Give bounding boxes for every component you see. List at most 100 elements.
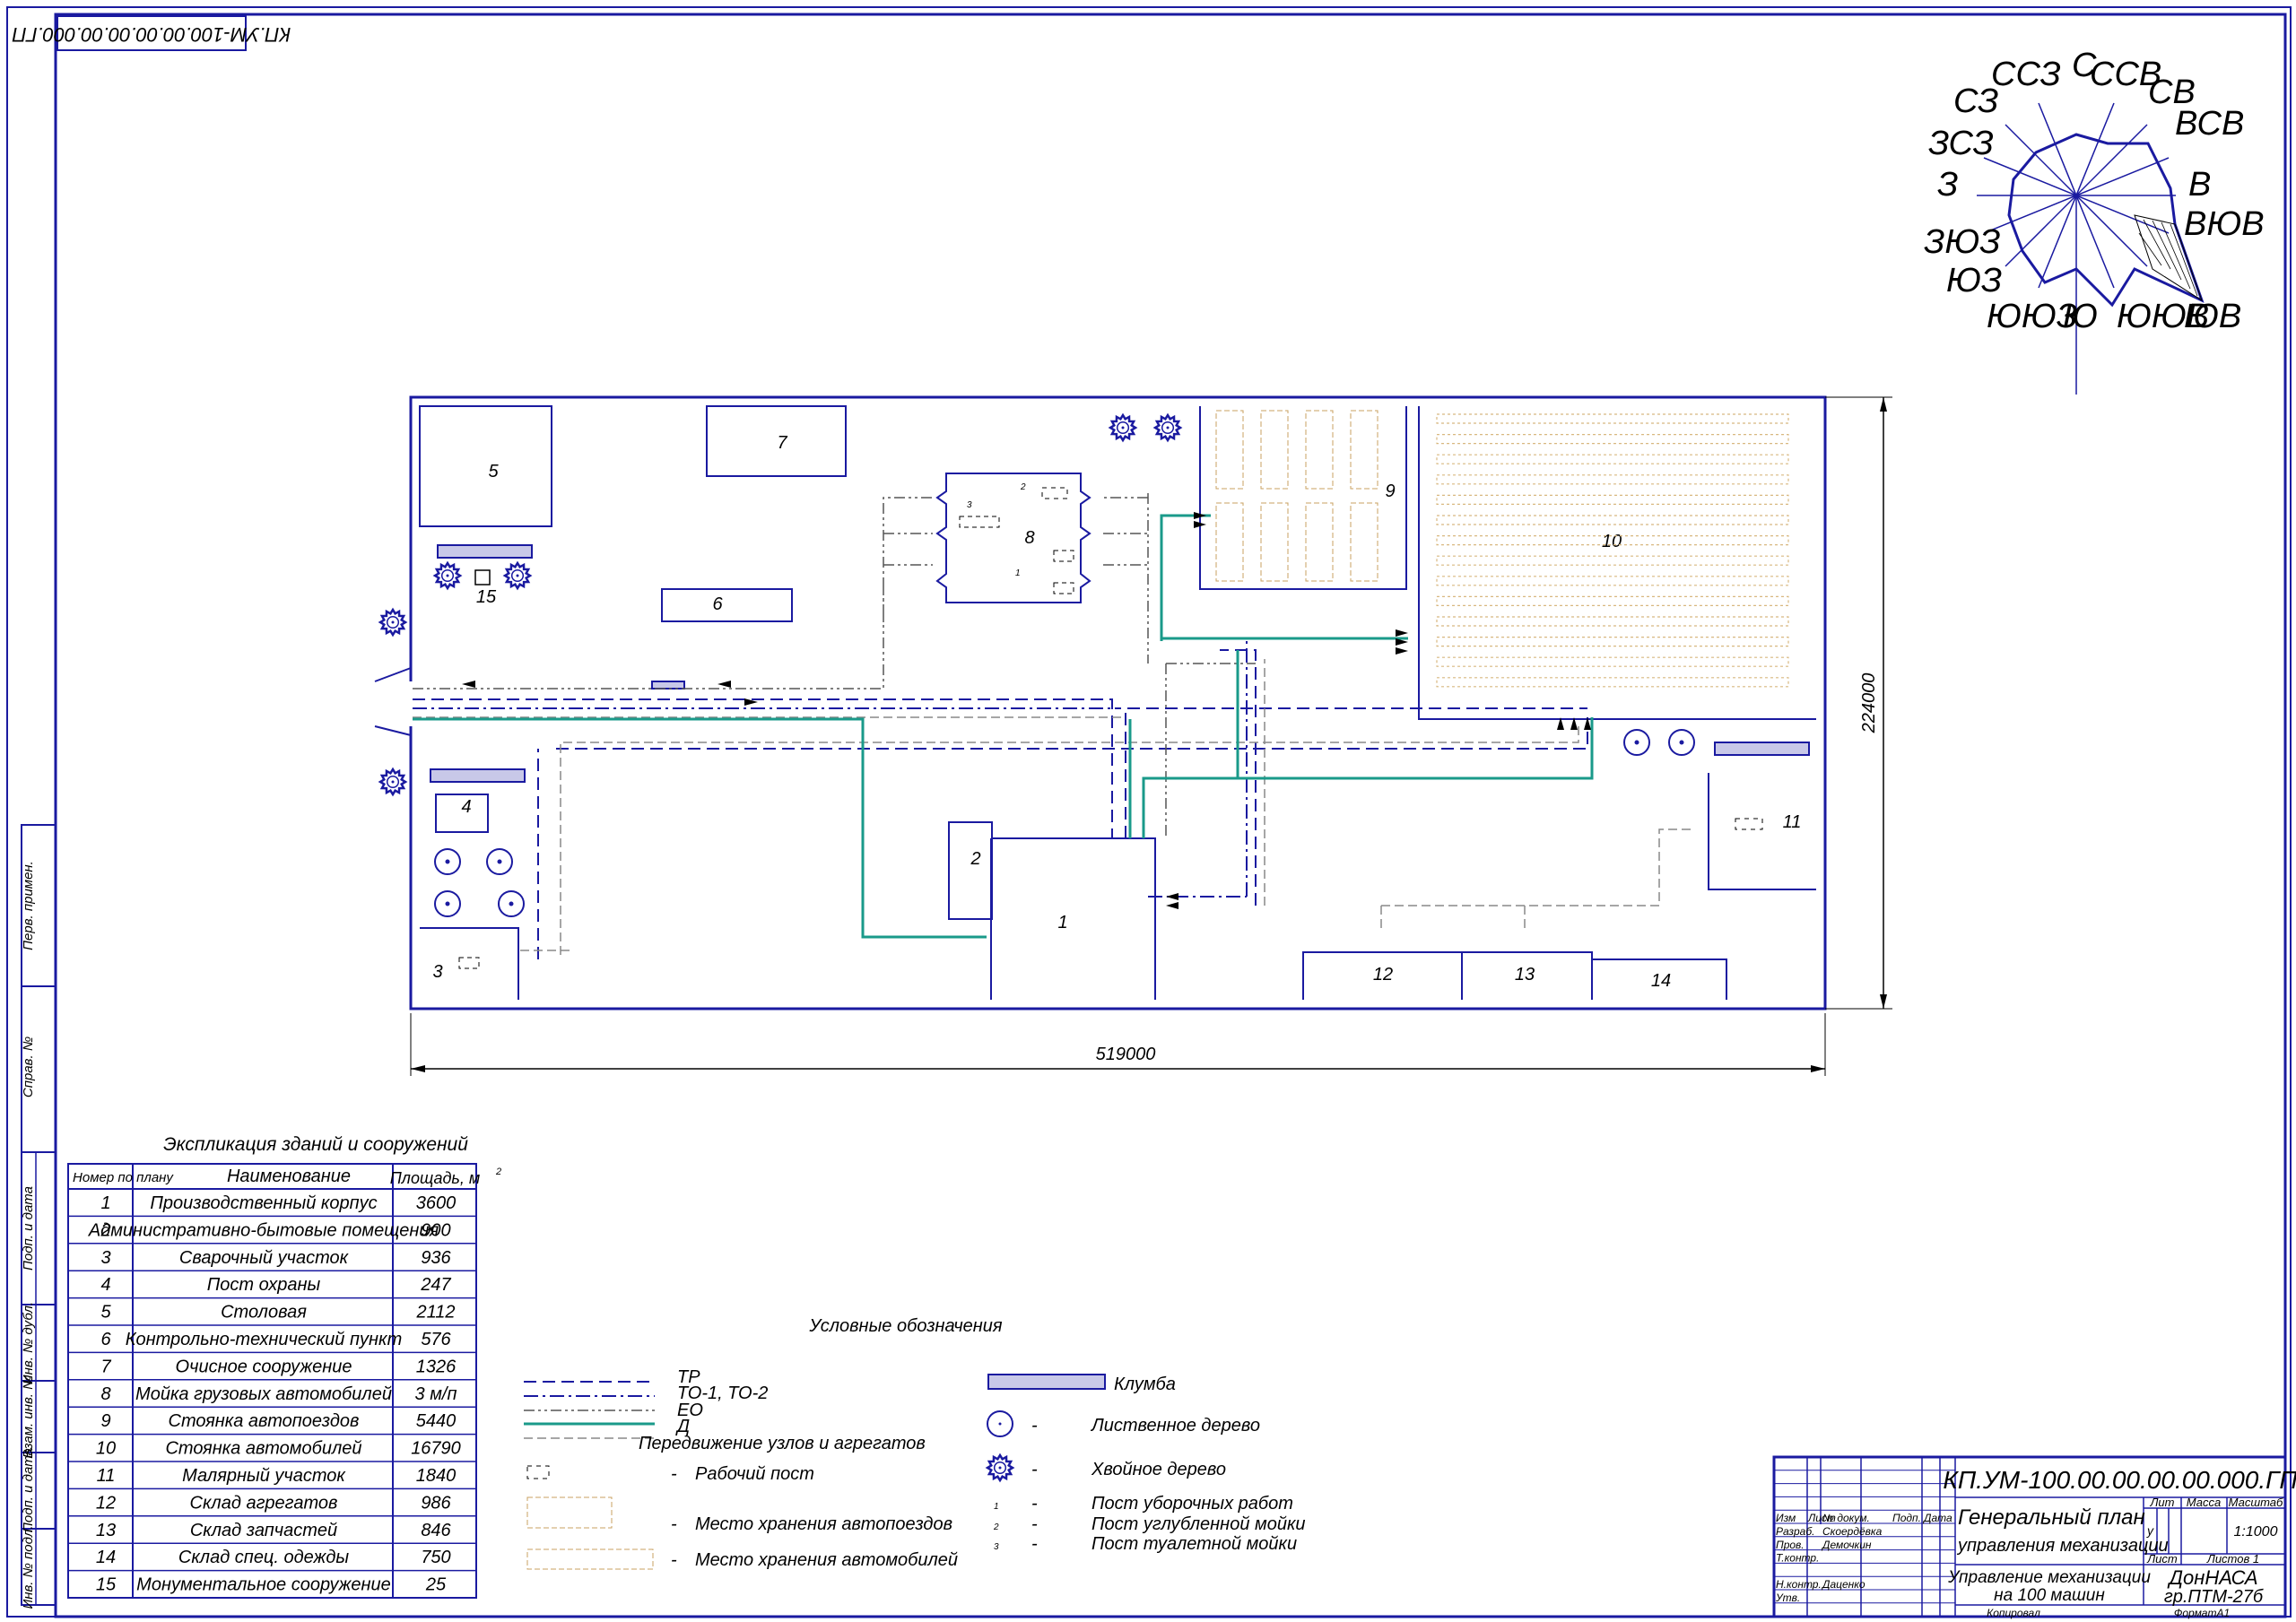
tb-lit: Лит [2150,1496,2175,1509]
label-building-13: 13 [1515,965,1535,984]
car-storage-place [1436,454,1789,464]
label-building-6: 6 [712,594,723,614]
tb-role: Н.контр. [1776,1578,1822,1591]
tb-sub2: на 100 машин [1994,1586,2105,1605]
expl-row-name: Столовая [221,1303,307,1323]
legend-item-1: Место хранения автопоездов [695,1514,952,1534]
expl-row-area: 3600 [416,1193,457,1213]
label-building-7: 7 [777,433,787,453]
car-storage-place [1436,576,1789,586]
legend-dash-3: - [1031,1416,1038,1436]
label-building-2: 2 [970,849,980,869]
expl-row-area: 846 [421,1521,451,1540]
conifer-tree-icon [985,1453,1015,1483]
truck-storage-place [1305,502,1334,582]
compass-label-5: В [2188,166,2211,204]
conifer-tree-icon [1108,412,1138,443]
legend-post-0: Пост уборочных работ [1091,1494,1293,1514]
tb-copied: Копировал [1987,1607,2040,1619]
expl-row-num: 12 [96,1493,116,1513]
building-5 [419,405,552,527]
label-post-3: 3 [967,500,972,510]
car-storage-place [1436,434,1789,445]
side-strip: Перв. примен. Справ. № Подп. и дата Инв.… [21,824,57,1609]
side-label-0: Перв. примен. [21,861,36,950]
compass-label-10: ЮЮЗ [1987,298,2077,335]
compass-label-13: З [1937,166,1958,204]
tb-role: Т.контр. [1776,1552,1819,1565]
tb-sub1: Управление механизации [1947,1568,2151,1587]
tb-lit-val: у [2146,1523,2154,1538]
tb-col-head: Подп. [1892,1512,1921,1524]
expl-row-num: 1 [100,1193,110,1213]
drawing-sheet: КП.УМ-100.00.00.00.00.000.ГП Перв. приме… [6,6,2296,1619]
expl-row-name: Стоянка автопоездов [169,1411,360,1431]
expl-row-name: Производственный корпус [150,1193,377,1213]
car-storage-place [1436,515,1789,525]
expl-row-area: 750 [421,1548,450,1567]
truck-storage-place [1350,502,1378,582]
truck-storage [1215,410,1378,582]
label-post-1: 1 [1015,568,1021,578]
wind-rose-polygon [2007,133,2205,308]
truck-storage-place [1260,410,1289,490]
expl-row-name: Мойка грузовых автомобилей [135,1384,392,1404]
side-label-4: Взам. инв. № [21,1375,36,1459]
expl-row-num: 4 [100,1275,110,1295]
tb-sheet: Лист [2146,1552,2178,1566]
expl-row-num: 5 [100,1303,111,1323]
side-label-5: Подп. и дата [21,1448,36,1532]
compass-label-6: ВЮВ [2184,205,2265,243]
klumba-road [651,681,685,690]
car-storage-place [1436,616,1789,627]
legend-post-num-0: 1 [994,1502,999,1512]
expl-row-area: 1326 [416,1357,457,1376]
legend-klumba: Клумба [1114,1375,1176,1394]
compass-label-0: ССЗ [1991,56,2061,93]
building-6 [661,588,793,622]
legend-post-num-1: 2 [993,1522,999,1532]
expl-row-name: Склад запчастей [190,1521,337,1540]
legend-post-1: Пост углубленной мойки [1091,1514,1306,1534]
deciduous-tree-icon [434,890,461,917]
klumba-3 [1714,742,1810,756]
compass-label-11: ЮЗ [1946,262,2002,299]
expl-row-area: 2112 [415,1303,455,1323]
conifer-tree-icon [502,560,533,591]
expl-row-area: 936 [421,1248,451,1268]
tb-name: Даценко [1821,1578,1866,1591]
expl-row-area: 986 [421,1493,451,1513]
expl-header-name: Наименование [227,1167,351,1186]
deciduous-tree-icon [1623,729,1650,756]
tb-name: Скоердёвка [1822,1525,1883,1538]
truck-storage-place [1305,410,1334,490]
building-10 [1418,406,1816,720]
expl-row-name: Пост охраны [207,1275,321,1295]
legend-post-num-2: 3 [994,1542,999,1552]
expl-row-name: Стоянка автомобилей [165,1439,361,1459]
expl-row-num: 9 [100,1411,110,1431]
label-building-15: 15 [476,587,497,607]
label-building-1: 1 [1057,913,1067,932]
legend-dash-4: - [1031,1460,1038,1479]
tb-title2: управления механизации [1956,1536,2169,1556]
label-building-8: 8 [1024,528,1034,548]
legend-post-2: Пост туалетной мойки [1091,1534,1297,1554]
tb-code: КП.УМ-100.00.00.00.00.000.ГП [1943,1466,2296,1494]
expl-header-num: Номер по плану [73,1170,174,1185]
label-building-5: 5 [488,462,499,481]
expl-header-area: Площадь, м [390,1169,481,1187]
tb-sheets: Листов 1 [2206,1552,2259,1566]
car-storage-place [1436,636,1789,647]
dimension-height: 224000 [1825,396,1892,1010]
wind-rose: ССЗ С ССВ СВ ВСВ В ВЮВ ЮВ ЮЮВ Ю ЮЮЗ ЮЗ З… [1924,47,2265,395]
expl-row-num: 7 [100,1357,111,1376]
tb-col-head: Изм [1776,1512,1796,1524]
klumba-2 [430,768,526,783]
label-building-4: 4 [461,797,471,817]
rotated-stamp: КП.УМ-100.00.00.00.00.000.ГП [13,15,291,51]
legend-item-0: Рабочий пост [695,1464,814,1484]
side-label-3: Инв. № дубл. [21,1302,36,1384]
conifer-tree-icon [432,560,463,591]
expl-row-area: 1840 [416,1466,457,1486]
